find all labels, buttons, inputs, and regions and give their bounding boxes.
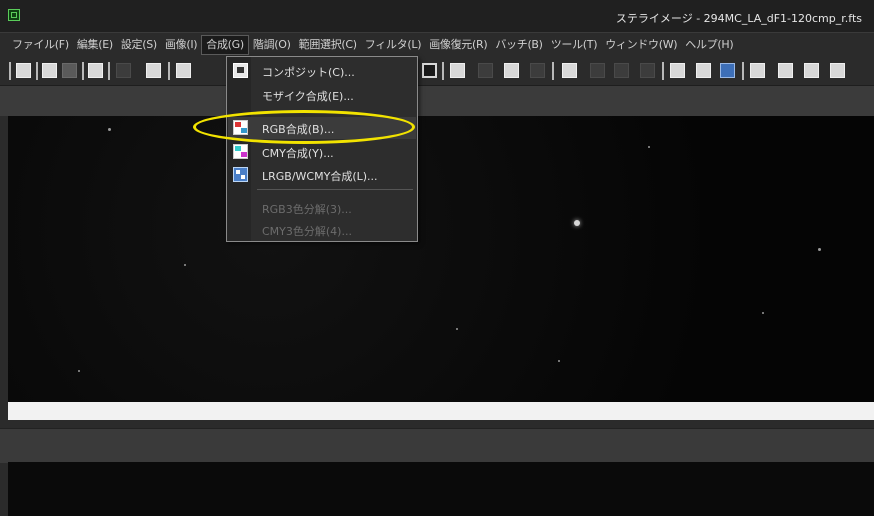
list-icon[interactable] xyxy=(614,63,629,78)
image-canvas[interactable] xyxy=(8,116,874,402)
composite-icon xyxy=(233,63,248,78)
menu-item-label: モザイク合成(E)... xyxy=(262,90,354,103)
grid-icon[interactable] xyxy=(478,63,493,78)
cmy-composite-icon xyxy=(233,144,248,159)
star xyxy=(762,312,764,314)
disabled-tool-icon[interactable] xyxy=(116,63,131,78)
image-window-divider xyxy=(8,402,874,420)
menu-separator xyxy=(257,189,413,190)
grid-tool-icon[interactable] xyxy=(778,63,793,78)
star xyxy=(574,220,580,226)
toolbar-separator xyxy=(442,62,444,80)
window-tool-icon[interactable] xyxy=(146,63,161,78)
star xyxy=(184,264,186,266)
menu-item-rgb-composite[interactable]: RGB合成(B)... xyxy=(228,117,416,139)
menu-levels[interactable]: 階調(O) xyxy=(249,35,295,55)
star-icon[interactable] xyxy=(530,63,545,78)
star xyxy=(648,146,650,148)
menu-item-mosaic[interactable]: モザイク合成(E)... xyxy=(228,84,416,106)
menu-composite[interactable]: 合成(G) xyxy=(201,34,249,55)
title-bar: ステライメージ - 294MC_LA_dF1-120cmp_r.fts xyxy=(0,0,874,33)
star xyxy=(558,360,560,362)
menu-item-rgb-separation: RGB3色分解(3)... xyxy=(228,197,416,219)
image-window-header xyxy=(0,86,874,116)
composite-dropdown-menu: コンポジット(C)... モザイク合成(E)... RGB合成(B)... CM… xyxy=(226,56,418,242)
inspect-icon[interactable] xyxy=(804,63,819,78)
star xyxy=(818,248,821,251)
toolbar-separator xyxy=(108,62,110,80)
levels-icon[interactable] xyxy=(562,63,577,78)
menu-item-label: コンポジット(C)... xyxy=(262,66,355,79)
menu-window[interactable]: ウィンドウ(W) xyxy=(601,35,681,55)
star xyxy=(78,370,80,372)
frame-icon[interactable] xyxy=(422,63,437,78)
menu-item-composite[interactable]: コンポジット(C)... xyxy=(228,60,416,82)
lrgb-composite-icon xyxy=(233,167,248,182)
app-icon xyxy=(8,9,20,21)
toolbar-separator xyxy=(82,62,84,80)
second-window-header xyxy=(0,428,874,463)
menu-filter[interactable]: フィルタ(L) xyxy=(361,35,425,55)
menu-item-label: LRGB/WCMY合成(L)... xyxy=(262,170,378,183)
lrgb-tool-icon[interactable] xyxy=(504,63,519,78)
menu-file[interactable]: ファイル(F) xyxy=(8,35,73,55)
toolbar-separator xyxy=(36,62,38,80)
menu-selection[interactable]: 範囲選択(C) xyxy=(295,35,361,55)
toolbar-separator xyxy=(742,62,744,80)
rgb-composite-icon xyxy=(233,120,248,135)
menu-tools[interactable]: ツール(T) xyxy=(547,35,602,55)
zoom-icon[interactable] xyxy=(750,63,765,78)
selection-add-icon[interactable] xyxy=(696,63,711,78)
toolbar-separator xyxy=(168,62,170,80)
menu-item-label: CMY3色分解(4)... xyxy=(262,225,352,238)
distribute-icon[interactable] xyxy=(62,63,77,78)
menu-help[interactable]: ヘルプ(H) xyxy=(681,35,737,55)
toolbar-separator xyxy=(552,62,554,80)
menu-item-cmy-separation: CMY3色分解(4)... xyxy=(228,219,416,241)
star xyxy=(456,328,458,330)
toolbar-separator xyxy=(662,62,664,80)
menu-edit[interactable]: 編集(E) xyxy=(73,35,117,55)
menu-restoration[interactable]: 画像復元(R) xyxy=(425,35,491,55)
menu-image[interactable]: 画像(I) xyxy=(161,35,201,55)
menu-item-cmy-composite[interactable]: CMY合成(Y)... xyxy=(228,141,416,163)
save-icon[interactable] xyxy=(88,63,103,78)
menu-bar: ファイル(F) 編集(E) 設定(S) 画像(I) 合成(G) 階調(O) 範囲… xyxy=(0,33,874,56)
star xyxy=(108,128,111,131)
toolbar-separator xyxy=(9,62,11,80)
menu-batch[interactable]: バッチ(B) xyxy=(491,35,546,55)
second-image-canvas[interactable] xyxy=(8,462,874,516)
gradient-icon[interactable] xyxy=(720,63,735,78)
rgb-tool-icon[interactable] xyxy=(450,63,465,78)
circle-icon[interactable] xyxy=(640,63,655,78)
menu-item-lrgb-composite[interactable]: LRGB/WCMY合成(L)... xyxy=(228,164,416,186)
window-title: ステライメージ - 294MC_LA_dF1-120cmp_r.fts xyxy=(615,12,862,25)
star-detect-icon[interactable] xyxy=(830,63,845,78)
align-icon[interactable] xyxy=(42,63,57,78)
menu-item-label: RGB合成(B)... xyxy=(262,123,335,136)
open-file-icon[interactable] xyxy=(16,63,31,78)
menu-item-label: RGB3色分解(3)... xyxy=(262,203,352,216)
menu-item-label: CMY合成(Y)... xyxy=(262,147,334,160)
selection-icon[interactable] xyxy=(670,63,685,78)
toolbar xyxy=(0,56,874,86)
menu-settings[interactable]: 設定(S) xyxy=(117,35,161,55)
histogram-icon[interactable] xyxy=(590,63,605,78)
monitor-icon[interactable] xyxy=(176,63,191,78)
